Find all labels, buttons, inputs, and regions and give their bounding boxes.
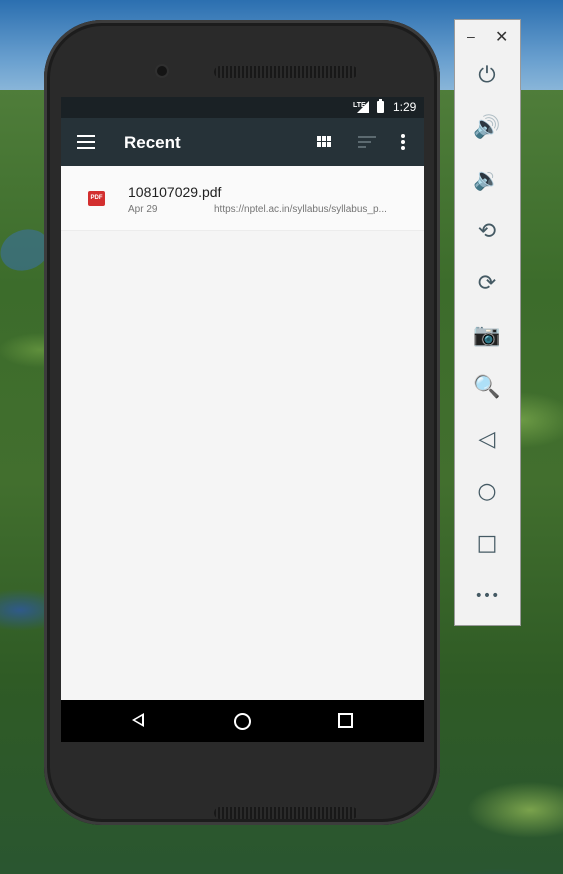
nav-home-icon[interactable] (234, 713, 251, 730)
close-button[interactable]: ✕ (495, 27, 508, 47)
rotate-right-icon[interactable]: ⟳ (472, 269, 502, 299)
minimize-button[interactable]: – (467, 28, 475, 44)
clock: 1:29 (393, 100, 417, 114)
bottom-speaker (214, 807, 358, 819)
home-icon[interactable]: ○ (472, 477, 502, 507)
recent-files-list: PDF 108107029.pdf Apr 29 https://nptel.a… (61, 166, 424, 231)
list-item[interactable]: PDF 108107029.pdf Apr 29 https://nptel.a… (61, 166, 424, 231)
hamburger-menu-icon[interactable] (77, 135, 95, 149)
back-icon[interactable]: ◁ (472, 425, 502, 455)
power-icon[interactable]: ⏻ (472, 61, 502, 91)
rotate-left-icon[interactable]: ⟲ (472, 217, 502, 247)
zoom-icon[interactable]: 🔍 (472, 373, 502, 403)
earpiece-speaker (214, 66, 358, 78)
nav-overview-icon[interactable] (338, 713, 353, 728)
emulator-controls-panel: – ✕ ⏻ 🔊 🔉 ⟲ ⟳ 📷 🔍 ◁ ○ □ ••• (454, 19, 521, 626)
signal-icon (357, 101, 369, 113)
app-toolbar: Recent (61, 118, 424, 166)
nav-back-icon[interactable] (132, 713, 144, 727)
overflow-menu-icon[interactable] (401, 134, 405, 150)
phone-screen: LTE 1:29 Recent PDF 108107029.pdf Apr 29… (61, 97, 424, 742)
volume-down-icon[interactable]: 🔉 (472, 165, 502, 195)
overview-icon[interactable]: □ (472, 529, 502, 559)
file-date: Apr 29 (128, 204, 158, 215)
grid-view-icon[interactable] (317, 136, 332, 147)
pdf-file-icon: PDF (88, 191, 105, 206)
file-source-url: https://nptel.ac.in/syllabus/syllabus_p.… (214, 204, 387, 215)
front-camera (157, 66, 167, 76)
battery-icon (377, 99, 384, 113)
file-name: 108107029.pdf (128, 184, 222, 200)
more-icon[interactable]: ••• (472, 581, 502, 611)
page-title: Recent (124, 133, 181, 152)
status-bar: LTE 1:29 (61, 97, 424, 118)
sort-icon[interactable] (358, 136, 376, 148)
volume-up-icon[interactable]: 🔊 (472, 113, 502, 143)
android-nav-bar (61, 700, 424, 742)
camera-icon[interactable]: 📷 (472, 321, 502, 351)
